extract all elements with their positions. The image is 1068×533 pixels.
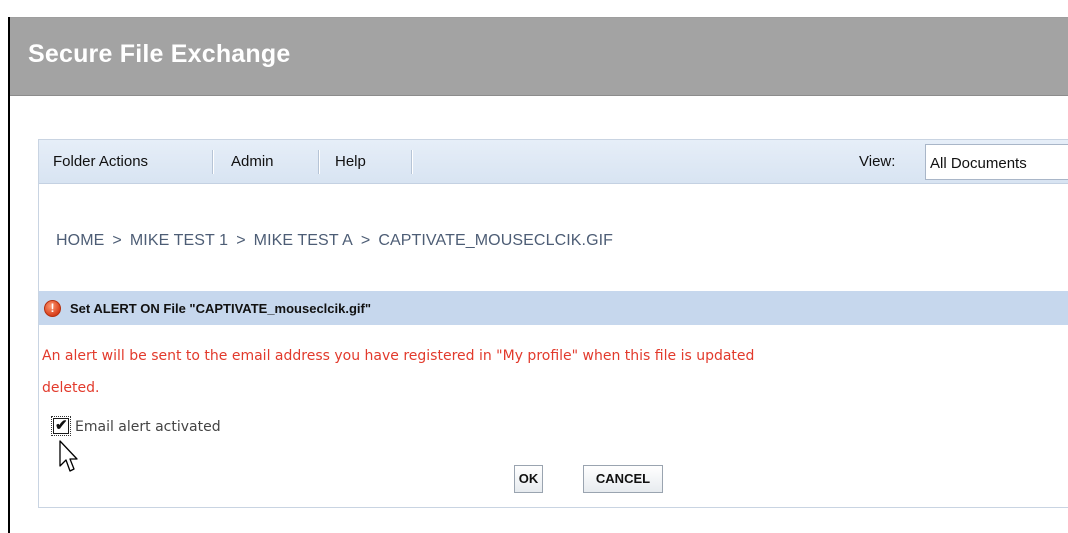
menu-folder-actions[interactable]: Folder Actions [53,153,148,170]
breadcrumb-separator: > [112,232,122,249]
breadcrumb-current-file: CAPTIVATE_MOUSECLCIK.GIF [378,232,614,249]
cancel-button[interactable]: CANCEL [583,465,663,493]
alert-message: An alert will be sent to the email addre… [42,340,1068,404]
alert-message-line-1: An alert will be sent to the email addre… [42,348,755,364]
toolbar: Folder Actions Admin Help View: All Docu… [39,140,1068,184]
checkmark-icon: ✔ [55,417,68,434]
breadcrumb-separator: > [360,232,371,249]
menu-help[interactable]: Help [335,153,366,170]
menu-separator [318,150,320,174]
view-label: View: [859,153,896,170]
breadcrumb-mike-test-a[interactable]: MIKE TEST A [254,232,353,249]
alert-icon: ! [44,300,61,317]
menu-separator [212,150,214,174]
app-header: Secure File Exchange [10,18,1068,96]
alert-title: Set ALERT ON File "CAPTIVATE_mouseclcik.… [70,301,372,316]
email-alert-label[interactable]: Email alert activated [75,419,221,435]
breadcrumb-separator: > [236,232,246,249]
ok-button[interactable]: OK [514,465,543,493]
mouse-cursor-icon [59,440,78,472]
breadcrumb-mike-test-1[interactable]: MIKE TEST 1 [130,232,228,249]
menu-separator [411,150,413,174]
alert-header-bar: ! Set ALERT ON File "CAPTIVATE_mouseclci… [39,291,1068,325]
alert-message-line-2: deleted. [42,380,100,396]
view-select[interactable]: All Documents [925,144,1068,180]
app-title: Secure File Exchange [28,40,291,68]
menu-admin[interactable]: Admin [231,153,274,170]
content-panel: Folder Actions Admin Help View: All Docu… [38,139,1068,508]
breadcrumb: HOME > MIKE TEST 1 > MIKE TEST A > CAPTIVATE_M… [56,232,613,250]
email-alert-checkbox[interactable]: ✔ [51,416,71,436]
breadcrumb-home[interactable]: HOME [56,232,104,249]
